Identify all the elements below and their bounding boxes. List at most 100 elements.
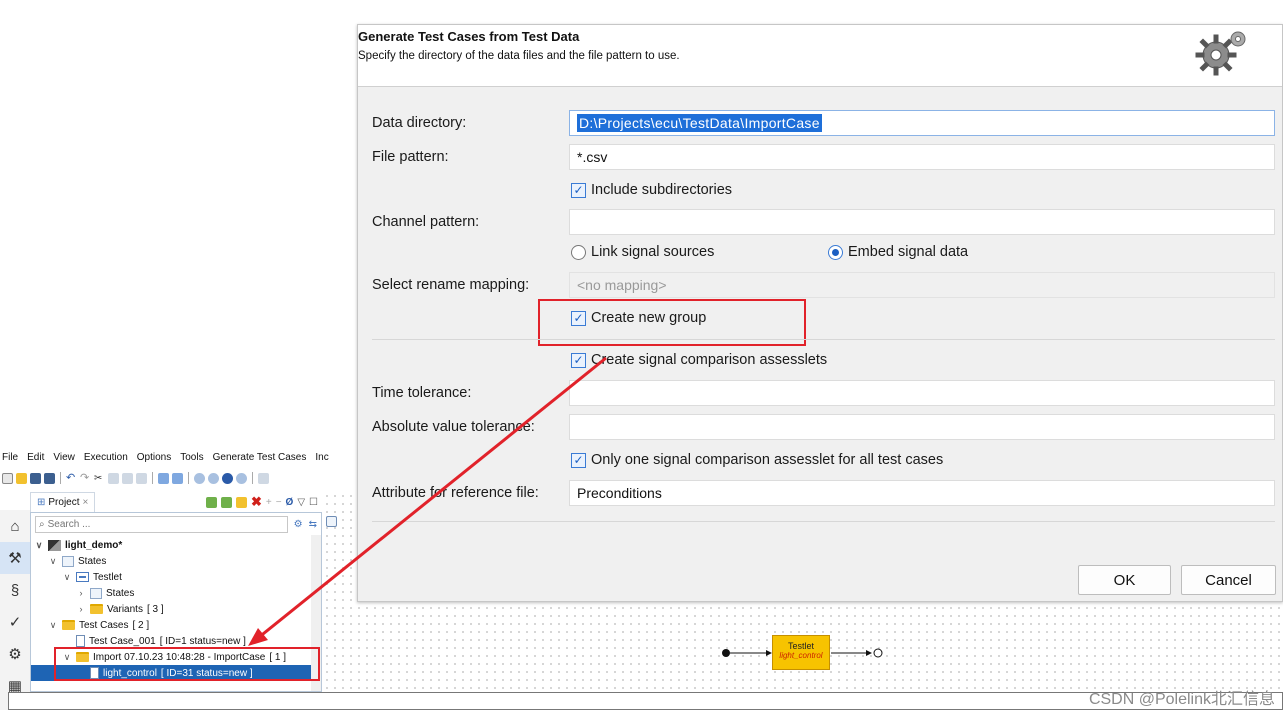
section-divider [372,339,1275,340]
chevron-down-icon[interactable]: ∨ [48,620,58,631]
toolbar-divider [188,472,189,484]
copy-icon[interactable] [108,472,119,484]
new-file-icon[interactable] [2,472,13,484]
save-icon[interactable] [30,472,41,484]
delete-icon[interactable] [136,472,147,484]
tools-icon[interactable]: ⚒ [0,542,30,574]
rename-mapping-value: <no mapping> [577,277,667,293]
search-box[interactable]: ⌕ [35,515,288,533]
tree-item-test-cases[interactable]: ∨ Test Cases [ 2 ] [48,617,149,633]
testlet-block-subtitle: light_control [779,651,823,660]
import-icon[interactable] [172,472,183,484]
file-pattern-field[interactable]: *.csv [569,144,1275,170]
tab-project[interactable]: ⊞ Project × [30,492,96,512]
view-menu-icon[interactable]: ▽ [297,497,305,508]
undo-icon[interactable]: ↶ [66,472,77,484]
menu-tools[interactable]: Tools [180,452,203,463]
states-icon [90,587,102,599]
embed-signal-data-radio[interactable]: Embed signal data [828,244,968,260]
menu-execution[interactable]: Execution [84,452,128,463]
absolute-tolerance-field[interactable] [569,414,1275,440]
link-signal-sources-radio[interactable]: Link signal sources [571,244,714,260]
canvas-select-icon[interactable] [326,516,337,527]
back-icon[interactable] [222,472,233,484]
side-activity-bar: ⌂ ⚒ § ✓ ⚙ ▦ [0,510,30,710]
search-input[interactable] [47,518,248,530]
collapse-icon[interactable]: − [276,497,282,508]
paste-icon[interactable] [122,472,133,484]
redo-icon[interactable]: ↷ [80,472,91,484]
project-icon [48,539,61,551]
tree-item-states[interactable]: ∨ States [48,553,106,569]
time-tolerance-field[interactable] [569,380,1275,406]
chevron-down-icon[interactable]: ∨ [48,556,58,567]
menu-bar: File Edit View Execution Options Tools G… [0,448,370,466]
reference-attribute-field[interactable]: Preconditions [569,480,1275,506]
chevron-down-icon[interactable]: ∨ [62,572,72,583]
chevron-right-icon[interactable]: › [76,588,86,598]
add-icon[interactable] [205,496,217,508]
tree-item-label: Testlet [93,571,122,583]
section-divider [372,521,1275,522]
forward-icon[interactable] [236,472,247,484]
signals-icon[interactable]: § [0,574,30,606]
tree-item-testlet-states[interactable]: › States [76,585,134,601]
reference-attribute-value: Preconditions [577,485,662,501]
menu-edit[interactable]: Edit [27,452,44,463]
toolbar-divider [152,472,153,484]
include-subdirectories-checkbox[interactable]: ✓ Include subdirectories [571,182,732,198]
step-icon[interactable] [208,472,219,484]
home-icon[interactable]: ⌂ [0,510,30,542]
save-all-icon[interactable] [44,472,55,484]
close-icon[interactable]: × [83,497,89,508]
check-icon[interactable]: ✓ [0,606,30,638]
only-one-assesslet-checkbox[interactable]: ✓ Only one signal comparison assesslet f… [571,452,943,468]
run-icon[interactable] [194,472,205,484]
create-assesslets-label: Create signal comparison assesslets [591,352,828,368]
tree-item-label: States [106,587,135,599]
menu-more[interactable]: Inc [315,452,328,463]
dialog-subtitle: Specify the directory of the data files … [358,50,680,62]
chevron-down-icon[interactable]: ∨ [34,540,44,551]
add-testcase-icon[interactable] [220,496,232,508]
channel-pattern-label: Channel pattern: [372,214,480,230]
data-directory-field[interactable]: D:\Projects\ecu\TestData\ImportCase [569,110,1275,136]
chevron-right-icon[interactable]: › [76,604,86,614]
cut-icon[interactable]: ✂ [94,473,105,484]
refresh-icon[interactable]: Ø [286,497,294,508]
menu-generate-test-cases[interactable]: Generate Test Cases [213,452,307,463]
menu-file[interactable]: File [2,452,18,463]
rename-mapping-select[interactable]: <no mapping> [569,272,1275,298]
settings-gear-icon[interactable]: ⚙ [0,638,30,670]
open-folder-icon[interactable] [16,472,27,484]
tree-item-testlet[interactable]: ∨ Testlet [62,569,122,585]
testlet-block[interactable]: Testlet light_control [772,635,830,670]
expand-icon[interactable]: + [266,497,272,508]
filter-icon[interactable]: ⚙ [294,519,303,530]
main-toolbar: ↶ ↷ ✂ [0,468,360,488]
checkbox-checked-icon: ✓ [571,452,586,468]
canvas-toolbar [326,516,337,527]
states-icon [62,555,74,567]
tree-item-variants[interactable]: › Variants [ 3 ] [76,601,164,617]
project-tree-icon: ⊞ [37,497,46,508]
add-folder-icon[interactable] [235,496,247,508]
toolbar-divider [252,472,253,484]
ok-button[interactable]: OK [1078,565,1171,595]
checkbox-checked-icon: ✓ [571,352,586,368]
cancel-button[interactable]: Cancel [1181,565,1276,595]
time-tolerance-label: Time tolerance: [372,385,472,401]
gears-icon [1195,31,1246,76]
window-icon[interactable] [258,472,269,484]
tree-item-project[interactable]: ∨ light_demo* [34,537,122,553]
menu-options[interactable]: Options [137,452,171,463]
channel-pattern-field[interactable] [569,209,1275,235]
create-assesslets-checkbox[interactable]: ✓ Create signal comparison assesslets [571,352,827,368]
edit-icon[interactable] [158,472,169,484]
link-icon[interactable]: ⇆ [309,519,317,530]
menu-view[interactable]: View [53,452,75,463]
delete-x-icon[interactable]: ✖ [251,494,262,510]
dialog-header: Generate Test Cases from Test Data Speci… [358,25,1282,87]
maximize-icon[interactable]: ☐ [309,497,318,508]
file-pattern-value: *.csv [577,149,608,165]
